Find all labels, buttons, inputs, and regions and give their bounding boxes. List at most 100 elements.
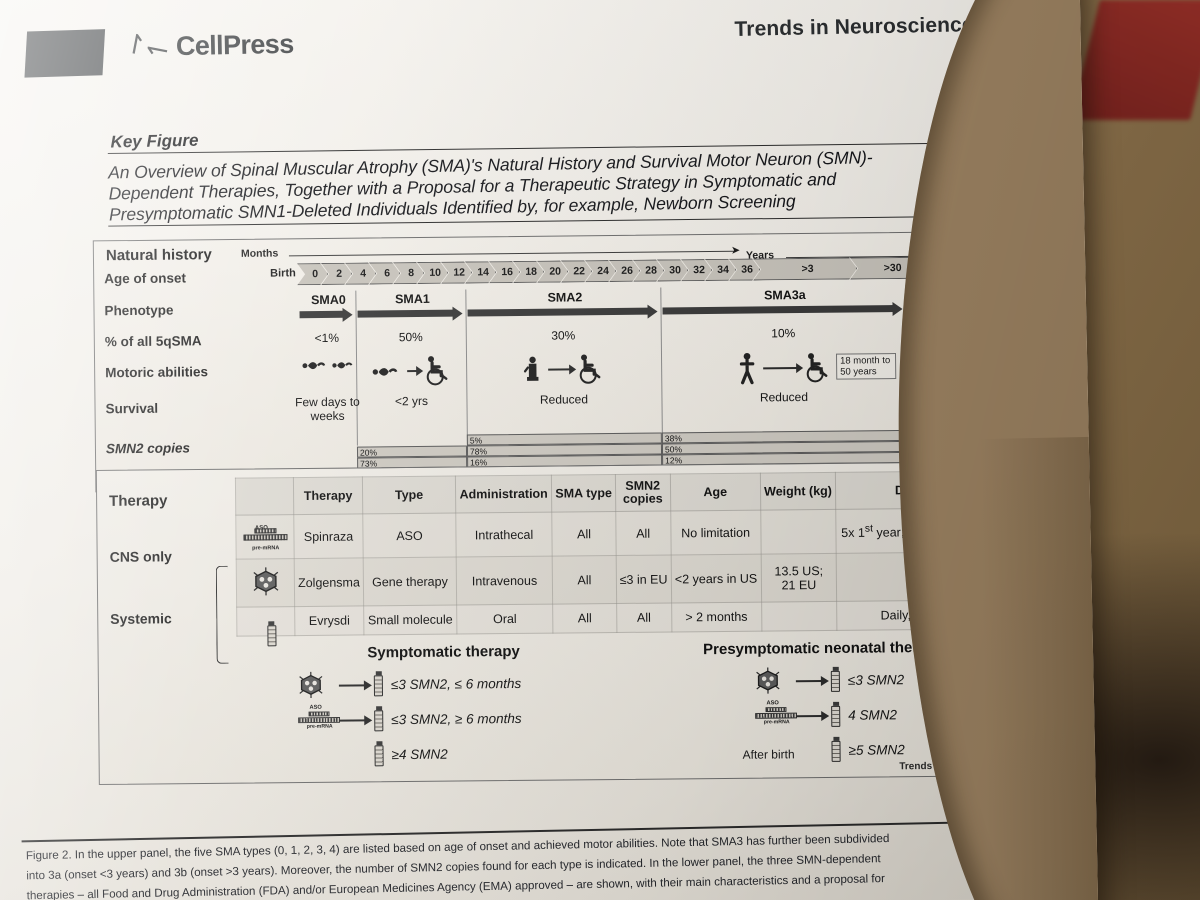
cell-weight bbox=[760, 509, 837, 555]
phenotype-progression-arrow bbox=[299, 310, 344, 319]
proposal-criteria-text: ≥5 SMN2 bbox=[848, 742, 905, 758]
wheelchair-icon bbox=[426, 356, 448, 386]
cell-weight bbox=[761, 601, 838, 632]
key-figure-label: Key Figure bbox=[110, 130, 199, 152]
after-birth-note: After birth bbox=[742, 747, 795, 762]
natural-history-panel: Natural history Age of onset Phenotype %… bbox=[92, 230, 1066, 493]
figure-title: An Overview of Spinal Muscular Atrophy (… bbox=[108, 145, 1004, 226]
table-column-header: SMA type bbox=[551, 474, 616, 513]
row-label-percent-all: % of all 5qSMA bbox=[104, 333, 202, 350]
cell-therapy: Evrysdi bbox=[294, 605, 365, 636]
phenotype-progression-arrow bbox=[467, 307, 649, 317]
survival-value: Reduced bbox=[539, 392, 589, 407]
walking-person-icon bbox=[739, 352, 754, 385]
therapy-table: Therapy Type Administration SMA type SMN2 cop… bbox=[235, 470, 998, 647]
aav-capsid-icon bbox=[299, 671, 323, 699]
table-column-header: Type bbox=[362, 476, 456, 514]
proposal-criteria-text: 4 SMN2 bbox=[848, 707, 898, 723]
timeline-chevron: >3 bbox=[753, 257, 857, 280]
therapy-icon-cell bbox=[236, 558, 295, 608]
smn2-copy-bar: 20% bbox=[356, 445, 468, 458]
proposal-criteria-text: ≤3 SMN2, ≥ 6 months bbox=[391, 710, 522, 728]
phenotype-percent: <1% bbox=[314, 330, 340, 346]
page-edge-shade bbox=[978, 436, 1099, 900]
wheelchair-icon bbox=[806, 353, 827, 383]
proposal-therapy-icon bbox=[754, 666, 782, 699]
phenotype-percent: 50% bbox=[398, 329, 423, 345]
row-label-smn2-copies: SMN2 copies bbox=[105, 440, 191, 457]
cell-administration: Intravenous bbox=[456, 556, 553, 606]
proposal-arrow bbox=[795, 680, 822, 682]
lying-infant-icon bbox=[302, 362, 326, 370]
sitting-person-icon bbox=[523, 356, 539, 381]
proposal-therapy-icon bbox=[297, 671, 325, 704]
age-of-onset-timeline: 0 2 4 6 8 10 12 14 16 18 20 22 24 26 28 30 32 34 36 >3 >30 bbox=[297, 257, 923, 286]
phenotype-name: SMA2 bbox=[547, 290, 583, 305]
systemic-label: Systemic bbox=[110, 610, 172, 627]
phenotype-name: SMA3a bbox=[763, 287, 806, 303]
cell-type: Small molecule bbox=[363, 605, 457, 635]
aso-premrna-icon: ASO pre-mRNA bbox=[297, 705, 341, 731]
proposal-criteria-text: ≤3 SMN2, ≤ 6 months bbox=[390, 675, 522, 693]
cell-sma-type: All bbox=[552, 555, 617, 605]
proposal-therapy-icon: ASO pre-mRNA bbox=[754, 700, 800, 732]
table-row: Zolgensma Gene therapy Intravenous All ≤3 in… bbox=[236, 551, 998, 608]
aso-premrna-icon: ASO pre-mRNA bbox=[242, 522, 288, 551]
cell-smn2-copies: ≤3 in EU bbox=[616, 554, 672, 604]
table-row: Evrysdi Small molecule Oral All All > 2 month… bbox=[236, 599, 998, 647]
cell-administration: Oral bbox=[456, 604, 554, 635]
symptomatic-heading: Symptomatic therapy bbox=[367, 642, 520, 662]
survival-value: Reduced bbox=[759, 389, 809, 405]
proposal-arrow bbox=[796, 715, 823, 717]
smn2-copy-bar: 78% bbox=[466, 443, 663, 457]
right-arrow-icon bbox=[762, 363, 803, 374]
table-column-header: Therapy bbox=[293, 476, 363, 515]
red-object-background bbox=[1070, 0, 1200, 120]
cell-therapy: Spinraza bbox=[293, 513, 364, 559]
cell-weight: 13.5 US; 21 EU bbox=[760, 553, 837, 603]
table-column-header: Age bbox=[669, 473, 761, 511]
aso-premrna-icon: ASO pre-mRNA bbox=[754, 700, 798, 726]
cns-only-label: CNS only bbox=[109, 548, 172, 565]
proposal-arrow bbox=[338, 684, 365, 687]
cell-smn2-copies: All bbox=[615, 510, 671, 556]
phenotype-row: SMA0 <1% Few days to weeks SMA1 50% <2 yrs S… bbox=[94, 232, 1053, 446]
cell-sma-type: All bbox=[552, 603, 617, 634]
aav-capsid-icon bbox=[756, 667, 780, 694]
cell-type: ASO bbox=[362, 513, 457, 558]
systemic-brace bbox=[215, 565, 229, 664]
row-label-survival: Survival bbox=[105, 400, 159, 417]
phenotype-progression-arrow bbox=[357, 309, 454, 318]
lying-infant-icon bbox=[372, 367, 398, 376]
right-arrow-icon bbox=[548, 364, 577, 375]
sma3a-age-annotation: 18 month to 50 years bbox=[836, 353, 897, 380]
row-label-motoric-abilities: Motoric abilities bbox=[105, 364, 209, 381]
cell-press-logo: ↾↽ CellPress bbox=[121, 28, 294, 66]
phenotype-name: SMA0 bbox=[310, 292, 346, 308]
therapy-panel: Therapy CNS only Systemic Therapy Type Adm… bbox=[95, 461, 1029, 785]
lying-infant-icon bbox=[331, 362, 352, 369]
cell-age: > 2 months bbox=[671, 602, 762, 632]
smn2-copy-bar: 5% bbox=[466, 432, 662, 446]
phenotype-percent: 30% bbox=[551, 328, 576, 343]
cell-sma-type: All bbox=[552, 511, 617, 557]
cell-therapy: Zolgensma bbox=[294, 557, 364, 607]
right-arrow-icon bbox=[407, 365, 424, 377]
proposal-therapy-icon: ASO pre-mRNA bbox=[297, 705, 343, 737]
cover-logo-block bbox=[24, 29, 106, 78]
motoric-ability-icons bbox=[301, 357, 355, 375]
printed-page: ↾↽ CellPress Trends in Neurosciences Key… bbox=[0, 0, 1099, 900]
birth-label: Birth bbox=[270, 267, 296, 280]
months-arrow-icon: ➤ bbox=[730, 244, 741, 257]
row-label-phenotype: Phenotype bbox=[104, 302, 174, 319]
months-axis-line bbox=[288, 250, 734, 257]
cell-type: Gene therapy bbox=[363, 557, 457, 606]
journal-title: Trends in Neurosciences bbox=[734, 12, 986, 41]
proposal-criteria-text: ≥4 SMN2 bbox=[391, 746, 448, 763]
table-column-header: Administration bbox=[455, 475, 553, 514]
proposal-arrow bbox=[339, 719, 366, 722]
row-label-age-of-onset: Age of onset bbox=[104, 270, 187, 287]
therapy-icon-cell bbox=[236, 606, 295, 647]
publisher-name: CellPress bbox=[175, 28, 294, 62]
cell-smn2-copies: All bbox=[616, 602, 672, 633]
